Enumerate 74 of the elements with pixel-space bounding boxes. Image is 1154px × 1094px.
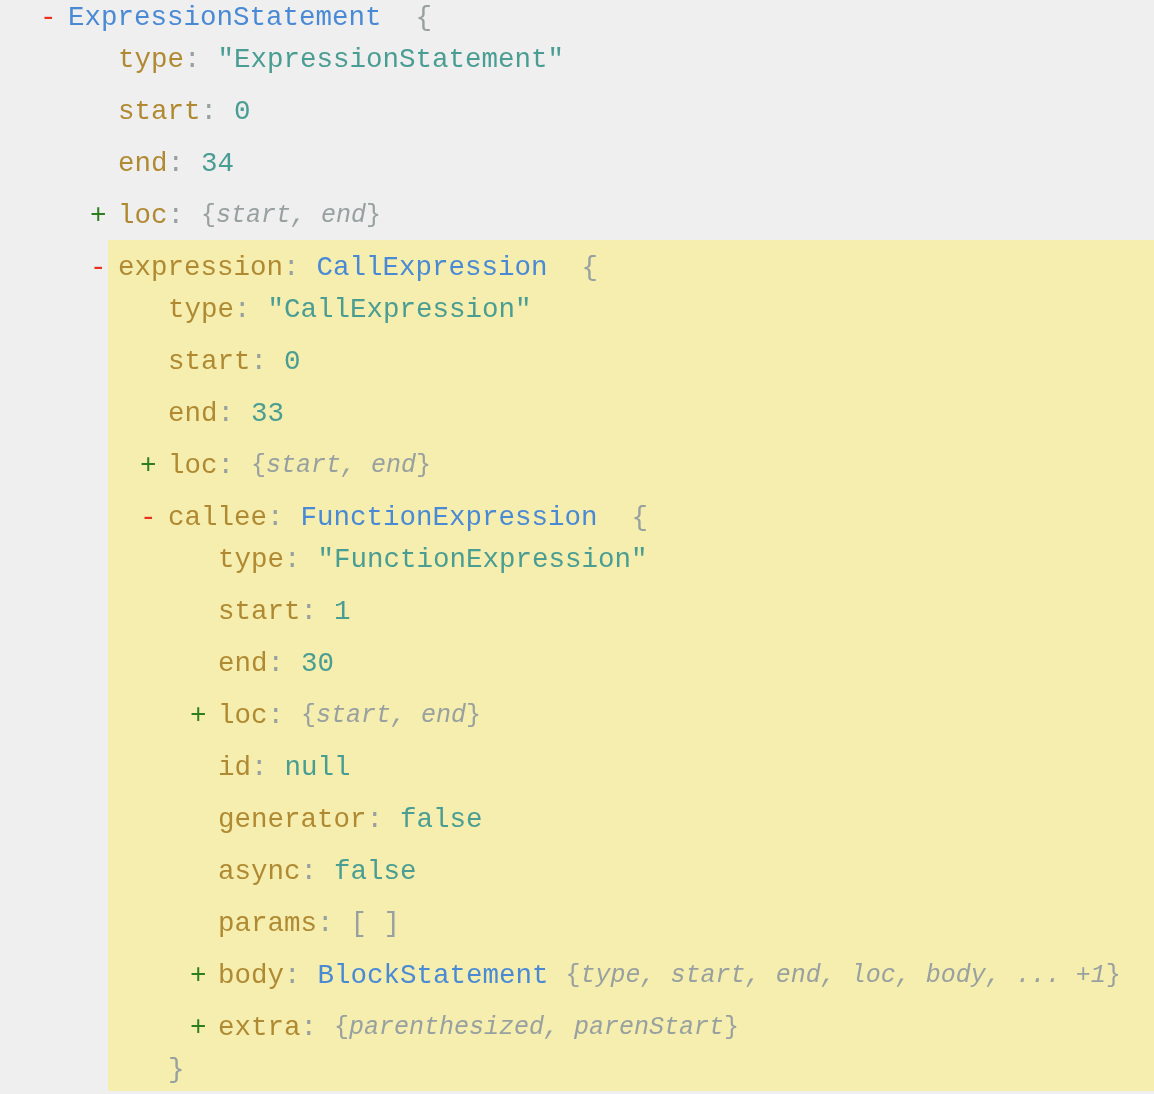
- colon: :: [217, 397, 235, 432]
- property-key: extra: [218, 1007, 301, 1049]
- expand-toggle[interactable]: -: [90, 247, 118, 289]
- colon: :: [267, 647, 285, 682]
- colon: :: [267, 501, 284, 536]
- property-key: type: [168, 289, 234, 331]
- colon: :: [167, 147, 185, 182]
- property-value: 34: [201, 147, 235, 182]
- expand-toggle[interactable]: +: [190, 695, 218, 737]
- collapsed-summary: {start, end}: [201, 200, 382, 233]
- property-key: expression: [118, 247, 284, 289]
- property-value: 1: [334, 595, 351, 630]
- collapsed-summary: {start, end}: [301, 700, 482, 733]
- colon: :: [167, 199, 185, 234]
- expand-toggle[interactable]: +: [190, 1007, 218, 1049]
- property-key: loc: [168, 445, 218, 487]
- colon: :: [267, 699, 285, 734]
- colon: :: [300, 595, 318, 630]
- property-value: 33: [251, 397, 285, 432]
- expand-toggle[interactable]: -: [140, 497, 168, 539]
- property-value: null: [284, 751, 351, 786]
- property-key: callee: [168, 497, 268, 539]
- property-key: generator: [218, 799, 367, 841]
- property-key: start: [218, 591, 301, 633]
- colon: :: [184, 43, 201, 78]
- colon: :: [317, 907, 334, 942]
- property-value: 30: [301, 647, 335, 682]
- property-value: "FunctionExpression": [317, 543, 648, 578]
- colon: :: [217, 449, 235, 484]
- node-type-name[interactable]: ExpressionStatement: [68, 0, 382, 39]
- colon: :: [300, 855, 318, 890]
- property-key: type: [118, 39, 184, 81]
- colon: :: [300, 1011, 318, 1046]
- property-value: "ExpressionStatement": [217, 43, 565, 78]
- property-value: "CallExpression": [267, 293, 532, 328]
- colon: :: [251, 751, 268, 786]
- expand-toggle[interactable]: +: [140, 445, 168, 487]
- property-key: end: [218, 643, 268, 685]
- colon: :: [366, 803, 384, 838]
- colon: :: [200, 95, 218, 130]
- property-key: type: [218, 539, 284, 581]
- property-key: body: [218, 955, 284, 997]
- property-value: false: [400, 803, 483, 838]
- open-brace: {: [415, 1, 433, 36]
- property-key: end: [118, 143, 168, 185]
- property-value: 0: [234, 95, 251, 130]
- property-key: end: [168, 393, 218, 435]
- collapsed-summary: {start, end}: [251, 450, 432, 483]
- property-key: loc: [118, 195, 168, 237]
- colon: :: [283, 251, 300, 286]
- collapsed-summary: {type, start, end, loc, body, ... +1}: [565, 960, 1121, 993]
- node-type-name[interactable]: FunctionExpression: [300, 497, 598, 539]
- property-key: start: [118, 91, 201, 133]
- expand-toggle[interactable]: +: [190, 955, 218, 997]
- property-key: async: [218, 851, 301, 893]
- property-key: start: [168, 341, 251, 383]
- expand-toggle[interactable]: +: [90, 195, 118, 237]
- colon: :: [284, 959, 301, 994]
- expand-toggle[interactable]: -: [40, 0, 68, 39]
- open-brace: {: [631, 501, 649, 536]
- property-value: 0: [284, 345, 301, 380]
- collapsed-summary: {parenthesized, parenStart}: [334, 1012, 740, 1045]
- property-key: params: [218, 903, 318, 945]
- colon: :: [234, 293, 251, 328]
- property-value: [ ]: [350, 907, 401, 942]
- property-key: loc: [218, 695, 268, 737]
- colon: :: [284, 543, 301, 578]
- property-value: false: [334, 855, 417, 890]
- colon: :: [250, 345, 268, 380]
- property-key: id: [218, 747, 251, 789]
- node-type-name[interactable]: BlockStatement: [317, 955, 549, 997]
- close-brace: }: [168, 1053, 185, 1088]
- open-brace: {: [581, 251, 599, 286]
- node-type-name[interactable]: CallExpression: [316, 247, 548, 289]
